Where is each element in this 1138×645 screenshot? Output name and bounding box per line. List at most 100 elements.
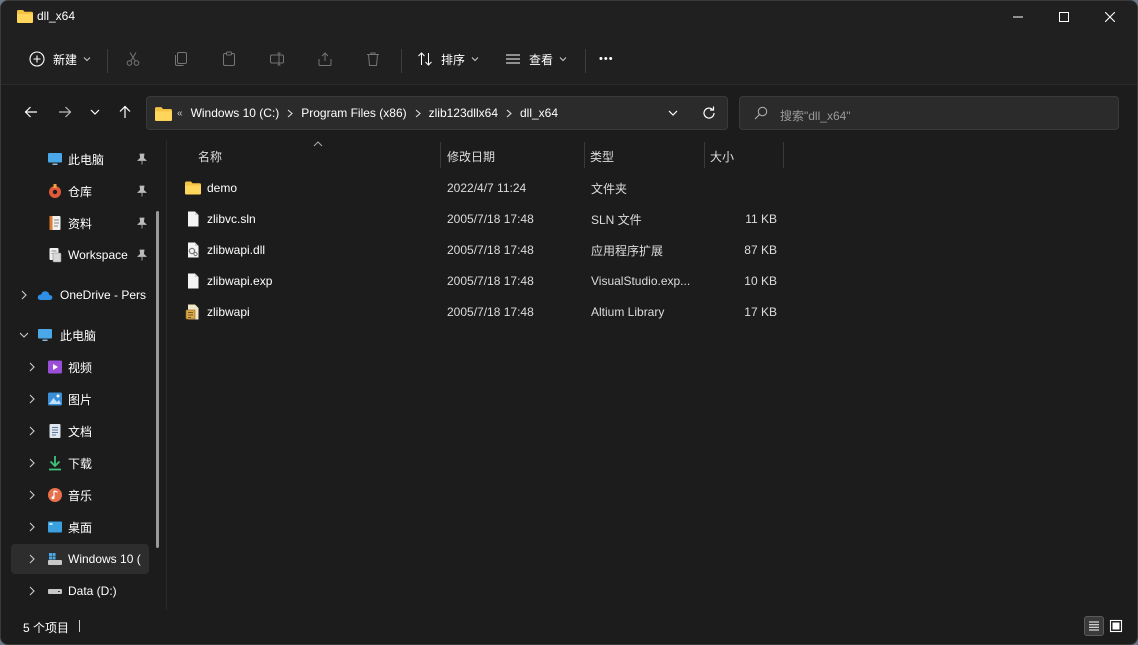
table-row[interactable]: demo 2022/4/7 11:24 文件夹 xyxy=(177,173,787,203)
breadcrumb-item-current[interactable]: dll_x64 xyxy=(520,106,558,120)
chevron-right-icon[interactable] xyxy=(27,586,37,596)
delete-button[interactable] xyxy=(365,45,381,73)
column-header-modified[interactable]: 修改日期 xyxy=(447,142,495,170)
file-type: 应用程序扩展 xyxy=(591,243,664,258)
chevron-right-icon[interactable] xyxy=(19,290,29,300)
tiles-view-icon xyxy=(1109,619,1123,633)
chevron-right-icon[interactable] xyxy=(27,362,37,372)
sidebar-item-label: 桌面 xyxy=(68,520,93,535)
chevron-right-icon[interactable] xyxy=(27,458,37,468)
breadcrumb-item[interactable]: zlib123dllx64 xyxy=(429,106,498,120)
column-header-size[interactable]: 大小 xyxy=(710,142,734,170)
item-count: 5 个项目 xyxy=(23,621,70,635)
up-button[interactable] xyxy=(111,98,139,126)
column-divider[interactable] xyxy=(584,142,585,168)
file-icon xyxy=(188,273,199,289)
chevron-right-icon[interactable] xyxy=(27,490,37,500)
close-icon xyxy=(1105,12,1115,22)
sidebar-item-drive-d[interactable]: Data (D:) xyxy=(11,576,149,606)
breadcrumb-item[interactable]: Windows 10 (C:) xyxy=(191,106,280,120)
sidebar-item-label: 音乐 xyxy=(68,488,93,503)
breadcrumb-item[interactable]: Program Files (x86) xyxy=(301,106,406,120)
table-row[interactable]: zlibwapi.exp 2005/7/18 17:48 VisualStudi… xyxy=(177,266,787,296)
maximize-button[interactable] xyxy=(1041,1,1087,33)
column-header-type[interactable]: 类型 xyxy=(590,142,614,170)
details-view-icon xyxy=(1089,621,1099,631)
new-button[interactable]: 新建 xyxy=(29,45,91,73)
more-icon: ••• xyxy=(599,53,614,65)
refresh-icon[interactable] xyxy=(701,105,717,121)
forward-button[interactable] xyxy=(51,98,79,126)
sidebar-item-label: 文档 xyxy=(68,424,93,439)
chevron-right-icon[interactable] xyxy=(415,109,421,118)
sort-button-label: 排序 xyxy=(441,52,466,67)
table-row[interactable]: zlibwapi 2005/7/18 17:48 Altium Library … xyxy=(177,297,787,327)
file-modified: 2005/7/18 17:48 xyxy=(447,274,534,288)
sidebar-item-drive-c[interactable]: Windows 10 ( xyxy=(11,544,149,574)
share-button[interactable] xyxy=(317,45,333,73)
new-button-label: 新建 xyxy=(53,52,78,67)
library-icon xyxy=(185,304,199,320)
sidebar-item-documents[interactable]: 文档 xyxy=(11,416,149,446)
sidebar-item-thispc-pinned[interactable]: 此电脑 xyxy=(11,144,149,174)
column-divider[interactable] xyxy=(783,142,784,168)
sidebar-item-label: Windows 10 ( xyxy=(68,552,141,566)
copy-button[interactable] xyxy=(173,45,189,73)
chevron-right-icon[interactable] xyxy=(506,109,512,118)
recent-locations-button[interactable] xyxy=(81,98,109,126)
address-history-icon[interactable] xyxy=(667,106,679,120)
column-header-name[interactable]: 名称 xyxy=(198,142,222,170)
sidebar-item-repo[interactable]: 仓库 xyxy=(11,176,149,206)
breadcrumb-overflow[interactable]: « xyxy=(177,108,183,119)
table-row[interactable]: zlibvc.sln 2005/7/18 17:48 SLN 文件 11 KB xyxy=(177,204,787,234)
chevron-right-icon[interactable] xyxy=(27,394,37,404)
chevron-right-icon[interactable] xyxy=(27,426,37,436)
sidebar-item-desktop[interactable]: 桌面 xyxy=(11,512,149,542)
sidebar-item-label: 下载 xyxy=(68,456,93,471)
sidebar-scrollbar[interactable] xyxy=(156,211,159,548)
tiles-view-button[interactable] xyxy=(1106,616,1126,636)
details-view-button[interactable] xyxy=(1084,616,1104,636)
paste-button[interactable] xyxy=(221,45,237,73)
chevron-right-icon[interactable] xyxy=(287,109,294,118)
file-modified: 2005/7/18 17:48 xyxy=(447,305,534,319)
search-box[interactable]: 搜索"dll_x64" xyxy=(739,96,1119,130)
status-divider xyxy=(79,620,80,632)
sidebar-item-notes[interactable]: 资料 xyxy=(11,208,149,238)
documents-icon xyxy=(49,424,61,438)
sidebar-item-videos[interactable]: 视频 xyxy=(11,352,149,382)
file-type: 文件夹 xyxy=(591,181,628,196)
column-divider[interactable] xyxy=(440,142,441,168)
clipboard-icon xyxy=(223,51,235,66)
view-button[interactable]: 查看 xyxy=(505,45,567,73)
workspace-icon xyxy=(49,248,62,263)
chevron-right-icon[interactable] xyxy=(27,522,37,532)
close-button[interactable] xyxy=(1087,1,1133,33)
more-button[interactable]: ••• xyxy=(599,45,614,73)
drive-c-icon xyxy=(48,553,62,565)
sidebar-item-label: 资料 xyxy=(68,216,93,231)
sidebar-item-label: 图片 xyxy=(68,392,93,407)
minimize-button[interactable] xyxy=(995,1,1041,33)
pictures-icon xyxy=(48,392,62,406)
sidebar-item-onedrive[interactable]: OneDrive - Pers xyxy=(11,280,149,310)
column-divider[interactable] xyxy=(704,142,705,168)
sidebar-item-music[interactable]: 音乐 xyxy=(11,480,149,510)
sidebar-item-pictures[interactable]: 图片 xyxy=(11,384,149,414)
pin-icon xyxy=(137,217,147,229)
sidebar-item-downloads[interactable]: 下载 xyxy=(11,448,149,478)
rename-button[interactable] xyxy=(269,45,285,73)
cut-button[interactable] xyxy=(125,45,141,73)
file-name: zlibwapi.exp xyxy=(207,274,273,288)
sidebar-item-workspace[interactable]: Workspace xyxy=(11,240,149,270)
sidebar-item-thispc[interactable]: 此电脑 xyxy=(11,320,149,350)
sort-button[interactable]: 排序 xyxy=(417,45,479,73)
table-row[interactable]: zlibwapi.dll 2005/7/18 17:48 应用程序扩展 87 K… xyxy=(177,235,787,265)
chevron-down-icon[interactable] xyxy=(19,330,29,340)
chevron-right-icon[interactable] xyxy=(27,554,37,564)
sidebar-item-label: Workspace xyxy=(68,248,128,262)
back-button[interactable] xyxy=(17,98,45,126)
list-view-icon xyxy=(506,54,520,64)
address-bar[interactable]: « Windows 10 (C:) Program Files (x86) zl… xyxy=(146,96,728,130)
folder-icon xyxy=(185,181,201,195)
